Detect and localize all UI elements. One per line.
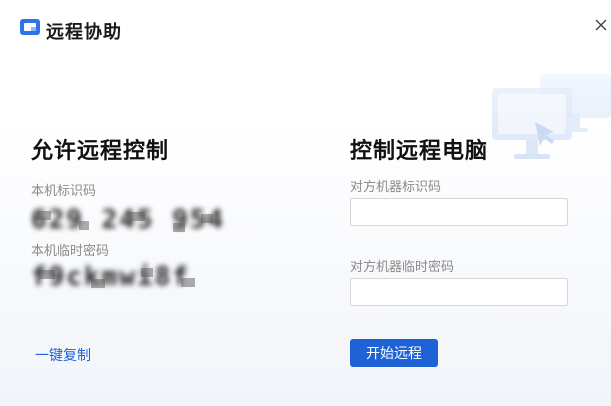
close-icon[interactable] xyxy=(591,15,611,35)
remote-password-input[interactable] xyxy=(350,278,568,306)
start-remote-button[interactable]: 开始远程 xyxy=(350,339,438,367)
remote-assist-icon xyxy=(20,19,40,35)
device-id-mosaic xyxy=(31,209,221,235)
remote-password-label: 对方机器临时密码 xyxy=(350,260,455,275)
title-bar: 远程协助 xyxy=(0,0,611,60)
window-title: 远程协助 xyxy=(46,22,122,43)
control-remote-title: 控制远程电脑 xyxy=(350,139,489,164)
device-id-label: 本机标识码 xyxy=(31,184,97,199)
allow-remote-title: 允许远程控制 xyxy=(31,139,170,164)
remote-id-label: 对方机器标识码 xyxy=(350,180,442,195)
copy-all-link[interactable]: 一键复制 xyxy=(35,345,91,365)
temp-password-label: 本机临时密码 xyxy=(31,244,110,259)
remote-id-input[interactable] xyxy=(350,198,568,226)
temp-password-mosaic xyxy=(31,266,211,292)
